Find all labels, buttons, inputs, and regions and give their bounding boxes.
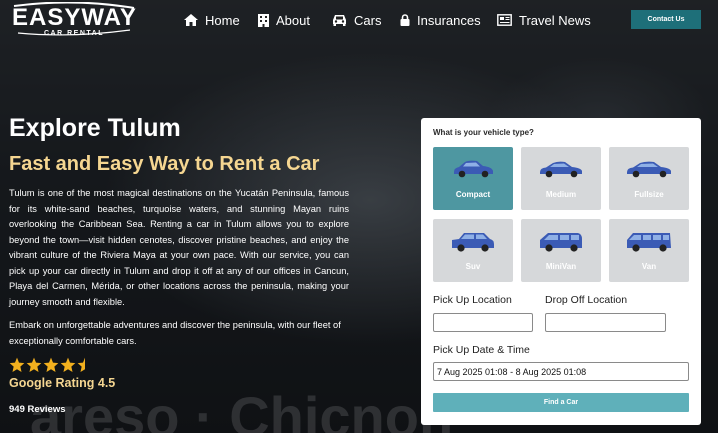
minivan-icon — [540, 233, 582, 252]
hero-tagline: Embark on unforgettable adventures and d… — [9, 320, 341, 346]
background-watermark: areso · Chicnon — [30, 385, 454, 433]
nav-cars[interactable]: Cars — [332, 10, 381, 30]
nav-insurances-label: Insurances — [417, 12, 481, 28]
vehicle-label: MiniVan — [545, 262, 577, 271]
logo-name: EASYWAY — [12, 4, 137, 31]
dropoff-location-label: Drop Off Location — [545, 294, 628, 306]
nav-travel-news-label: Travel News — [519, 12, 591, 28]
home-icon — [184, 14, 198, 26]
pickup-location-label: Pick Up Location — [433, 294, 512, 306]
hero-title: Explore Tulum — [9, 114, 181, 142]
vehicle-option-suv[interactable]: Suv — [433, 219, 513, 282]
nav-about-label: About — [276, 12, 310, 28]
hero-subtitle: Fast and Easy Way to Rent a Car — [9, 153, 320, 175]
vehicle-label: Van — [641, 262, 657, 271]
pickup-date-label: Pick Up Date & Time — [433, 344, 530, 356]
compact-car-icon — [454, 160, 493, 178]
half-star-icon — [77, 357, 85, 372]
logo[interactable]: EASYWAY CAR RENTAL — [8, 2, 138, 40]
vehicle-option-medium[interactable]: Medium — [521, 147, 601, 210]
nav-home-label: Home — [205, 12, 240, 28]
navbar: EASYWAY CAR RENTAL Home About Cars Insur… — [0, 0, 718, 40]
vehicle-type-question: What is your vehicle type? — [433, 128, 534, 137]
hero-description: Tulum is one of the most magical destina… — [9, 188, 349, 307]
contact-us-button[interactable]: Contact Us — [631, 10, 701, 29]
suv-icon — [452, 233, 494, 252]
star-icon — [43, 357, 59, 372]
find-car-button[interactable]: Find a Car — [433, 393, 689, 412]
date-range-input[interactable] — [433, 362, 689, 381]
reviews-count: 949 Reviews — [9, 404, 66, 415]
star-icon — [60, 357, 76, 372]
nav-cars-label: Cars — [354, 12, 382, 28]
lock-icon — [400, 14, 410, 26]
star-icon — [9, 357, 25, 372]
rating-stars — [9, 357, 93, 373]
vehicle-label: Fullsize — [634, 190, 664, 199]
vehicle-option-fullsize[interactable]: Fullsize — [609, 147, 689, 210]
building-icon — [258, 13, 269, 27]
vehicle-option-compact[interactable]: Compact — [433, 147, 513, 210]
nav-home[interactable]: Home — [184, 10, 240, 30]
dropoff-location-input[interactable] — [545, 313, 666, 332]
nav-travel-news[interactable]: Travel News — [497, 10, 591, 30]
fullsize-car-icon — [627, 161, 671, 178]
booking-form: What is your vehicle type? Compact Mediu… — [421, 118, 701, 425]
sedan-car-icon — [540, 161, 582, 178]
logo-tagline: CAR RENTAL — [44, 30, 104, 37]
vehicle-label: Suv — [465, 262, 481, 271]
google-rating: Google Rating 4.5 — [9, 376, 116, 390]
vehicle-label: Medium — [545, 190, 577, 199]
nav-about[interactable]: About — [258, 10, 310, 30]
nav-insurances[interactable]: Insurances — [400, 10, 481, 30]
star-icon — [26, 357, 42, 372]
van-icon — [627, 233, 671, 252]
pickup-location-input[interactable] — [433, 313, 533, 332]
vehicle-option-van[interactable]: Van — [609, 219, 689, 282]
vehicle-label: Compact — [455, 190, 491, 199]
car-icon — [333, 15, 346, 26]
newspaper-icon — [497, 14, 512, 26]
vehicle-option-minivan[interactable]: MiniVan — [521, 219, 601, 282]
